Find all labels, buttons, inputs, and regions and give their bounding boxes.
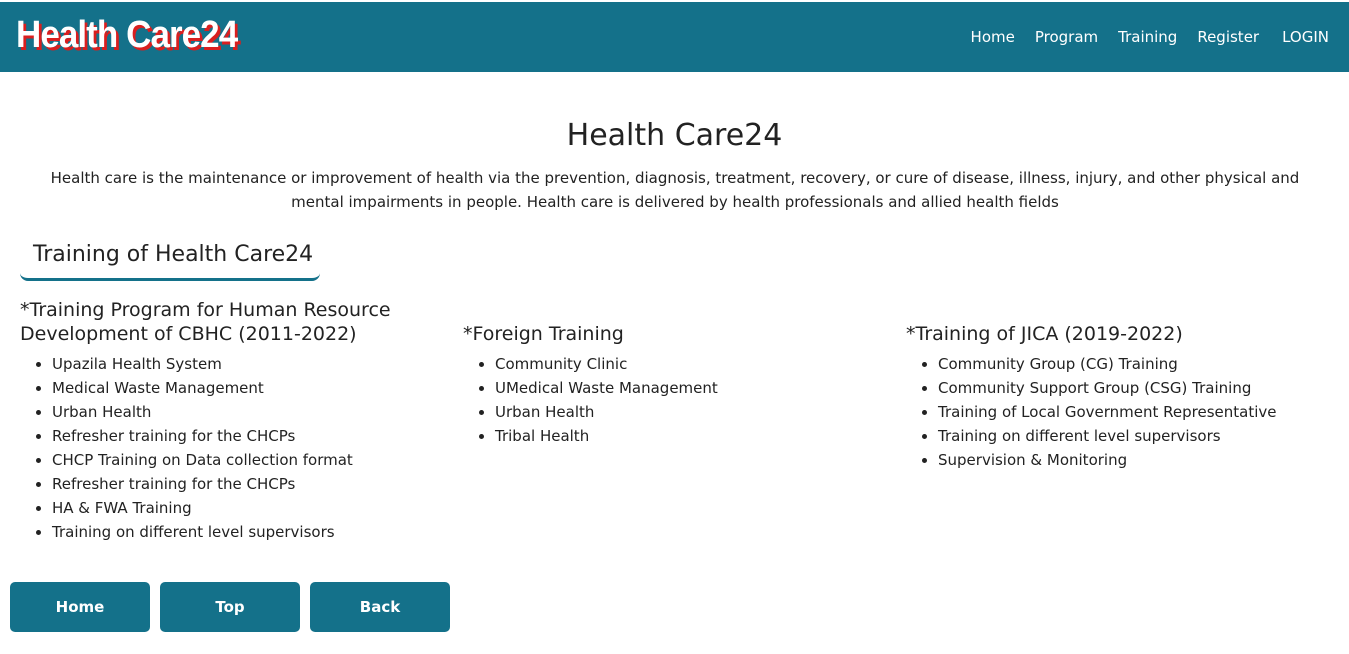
main-nav: Home Program Training Register LOGIN	[951, 28, 1329, 46]
training-list: Community Group (CG) Training Community …	[906, 352, 1326, 472]
list-item: Medical Waste Management	[52, 376, 440, 400]
nav-register-link[interactable]: Register	[1197, 28, 1259, 46]
back-button[interactable]: Back	[310, 582, 450, 632]
list-item: Tribal Health	[495, 424, 883, 448]
nav-training-link[interactable]: Training	[1118, 28, 1177, 46]
list-item: Community Support Group (CSG) Training	[938, 376, 1326, 400]
column-heading: *Training of JICA (2019-2022)	[906, 323, 1183, 345]
training-list: Upazila Health System Medical Waste Mana…	[20, 352, 440, 544]
list-item: Refresher training for the CHCPs	[52, 472, 440, 496]
list-item: CHCP Training on Data collection format	[52, 448, 440, 472]
list-item: Training on different level supervisors	[938, 424, 1326, 448]
intro-paragraph: Health care is the maintenance or improv…	[50, 169, 1300, 211]
top-button[interactable]: Top	[160, 582, 300, 632]
list-item: Urban Health	[495, 400, 883, 424]
top-navbar: Health Care24 Home Program Training Regi…	[0, 2, 1349, 72]
list-item: Upazila Health System	[52, 352, 440, 376]
list-item: UMedical Waste Management	[495, 376, 883, 400]
column-heading: *Foreign Training	[463, 323, 624, 345]
list-item: Training of Local Government Representat…	[938, 400, 1326, 424]
section-heading-text: Training of Health Care24	[33, 242, 314, 267]
nav-program-link[interactable]: Program	[1035, 28, 1098, 46]
nav-login-link[interactable]: LOGIN	[1282, 28, 1329, 46]
list-item: Refresher training for the CHCPs	[52, 424, 440, 448]
list-item: Training on different level supervisors	[52, 520, 440, 544]
column-heading: *Training Program for Human Resource Dev…	[20, 299, 391, 345]
page-title: Health Care24	[566, 118, 783, 153]
training-column-cbhc: *Training Program for Human Resource Dev…	[20, 298, 440, 544]
training-list: Community Clinic UMedical Waste Manageme…	[463, 352, 883, 448]
home-button[interactable]: Home	[10, 582, 150, 632]
site-logo[interactable]: Health Care24	[16, 14, 238, 57]
list-item: Community Clinic	[495, 352, 883, 376]
training-column-jica: *Training of JICA (2019-2022) Community …	[906, 322, 1326, 472]
list-item: Community Group (CG) Training	[938, 352, 1326, 376]
training-column-foreign: *Foreign Training Community Clinic UMedi…	[463, 322, 883, 448]
list-item: Supervision & Monitoring	[938, 448, 1326, 472]
list-item: Urban Health	[52, 400, 440, 424]
nav-home-link[interactable]: Home	[971, 28, 1015, 46]
list-item: HA & FWA Training	[52, 496, 440, 520]
section-heading: Training of Health Care24	[20, 240, 320, 281]
